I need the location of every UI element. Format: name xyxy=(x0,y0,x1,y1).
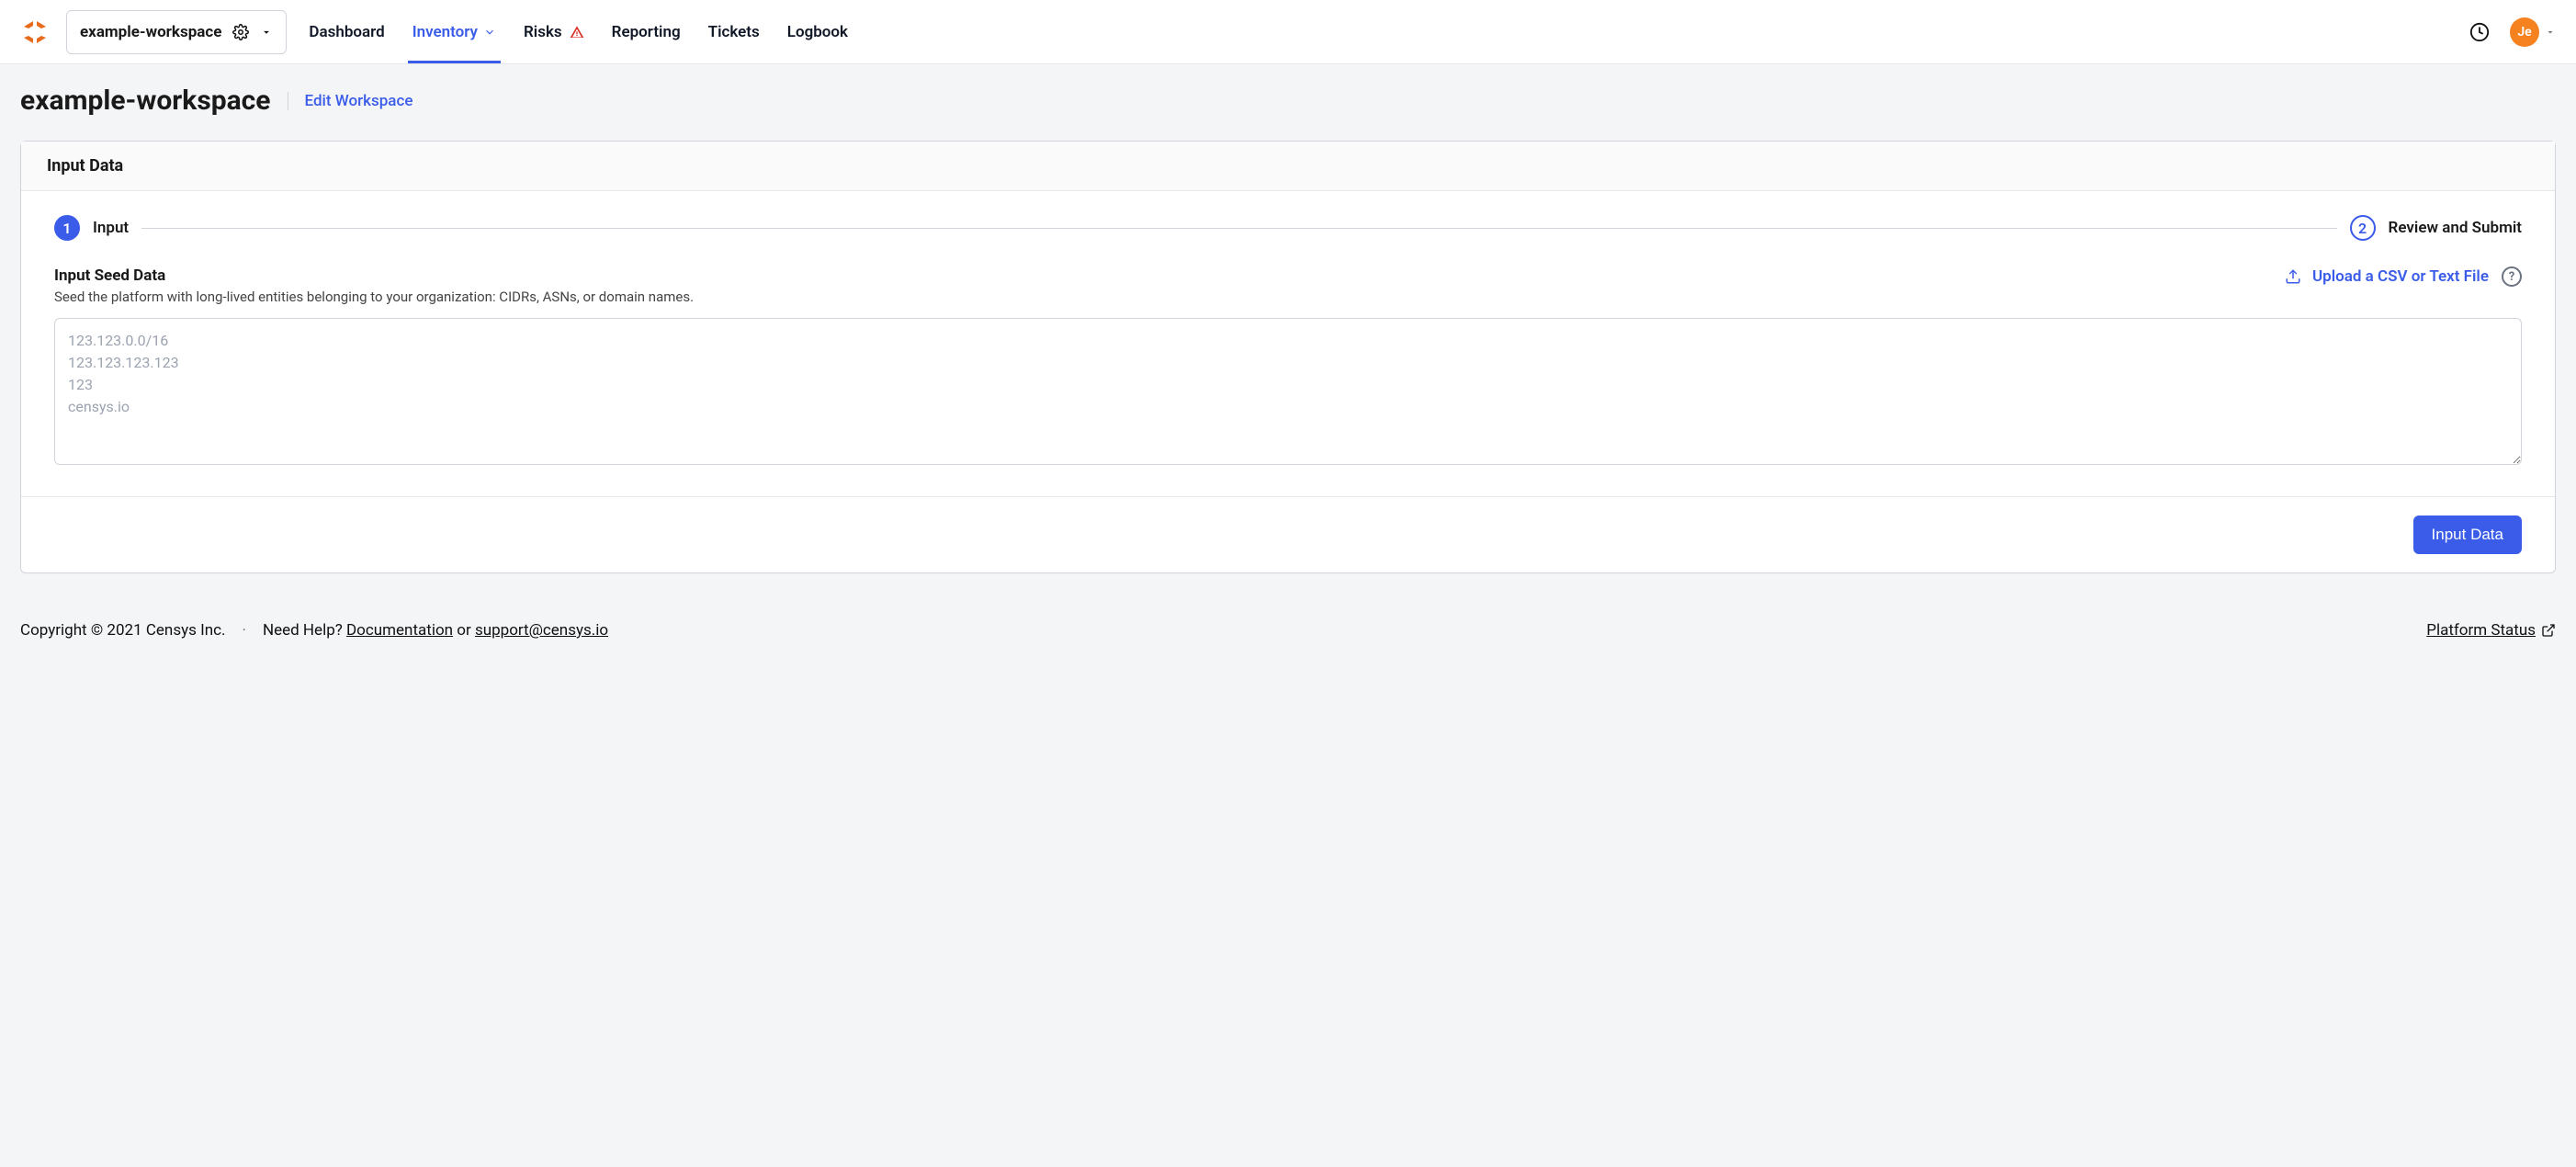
nav-tickets-label: Tickets xyxy=(708,23,760,41)
nav-reporting[interactable]: Reporting xyxy=(612,0,681,63)
need-help-text: Need Help? Documentation or support@cens… xyxy=(263,621,608,640)
edit-workspace-link[interactable]: Edit Workspace xyxy=(305,92,413,110)
need-help-label: Need Help? xyxy=(263,621,343,640)
seed-textarea[interactable] xyxy=(54,318,2522,465)
support-email-link[interactable]: support@censys.io xyxy=(475,621,608,640)
card-header: Input Data xyxy=(21,142,2555,191)
card-body: 1 Input 2 Review and Submit Input Seed D… xyxy=(21,191,2555,496)
step-indicator: 1 Input 2 Review and Submit xyxy=(54,215,2522,241)
seed-title: Input Seed Data xyxy=(54,266,694,285)
upload-icon xyxy=(2285,268,2301,285)
censys-logo-icon xyxy=(20,17,50,47)
input-data-button[interactable]: Input Data xyxy=(2413,516,2522,554)
avatar: Je xyxy=(2510,17,2539,47)
footer: Copyright © 2021 Censys Inc. · Need Help… xyxy=(0,614,2576,660)
main-nav: Dashboard Inventory Risks Reporting Tick… xyxy=(309,0,848,63)
nav-inventory-label: Inventory xyxy=(412,23,478,41)
upload-csv-label: Upload a CSV or Text File xyxy=(2312,267,2489,286)
avatar-initials: Je xyxy=(2517,25,2531,40)
step-1-badge: 1 xyxy=(54,215,80,241)
topbar: example-workspace Dashboard Inventory Ri… xyxy=(0,0,2576,64)
platform-status-link[interactable]: Platform Status xyxy=(2426,621,2556,640)
nav-dashboard[interactable]: Dashboard xyxy=(309,0,384,63)
input-data-card: Input Data 1 Input 2 Review and Submit I… xyxy=(20,141,2556,573)
warning-icon xyxy=(570,25,584,40)
gear-icon xyxy=(232,24,249,40)
nav-inventory[interactable]: Inventory xyxy=(412,0,496,63)
nav-logbook[interactable]: Logbook xyxy=(787,0,848,63)
history-button[interactable] xyxy=(2469,22,2490,42)
page-title: example-workspace xyxy=(20,85,271,117)
topbar-right: Je xyxy=(2469,17,2556,47)
card-footer: Input Data xyxy=(21,496,2555,572)
step-1-label: Input xyxy=(93,219,129,237)
chevron-down-icon xyxy=(260,26,273,39)
help-icon: ? xyxy=(2509,270,2514,284)
page-header: example-workspace Edit Workspace xyxy=(20,85,2556,117)
external-link-icon xyxy=(2541,623,2556,638)
clock-icon xyxy=(2469,22,2490,42)
copyright: Copyright © 2021 Censys Inc. xyxy=(20,621,226,640)
seed-header-row: Input Seed Data Seed the platform with l… xyxy=(54,266,2522,305)
chevron-down-icon xyxy=(2545,27,2556,38)
nav-tickets[interactable]: Tickets xyxy=(708,0,760,63)
help-button[interactable]: ? xyxy=(2502,266,2522,287)
documentation-link[interactable]: Documentation xyxy=(346,621,453,640)
seed-description: Seed the platform with long-lived entiti… xyxy=(54,289,694,305)
logo[interactable] xyxy=(20,17,50,47)
nav-risks[interactable]: Risks xyxy=(524,0,584,63)
workspace-selector[interactable]: example-workspace xyxy=(66,10,287,54)
platform-status-label: Platform Status xyxy=(2426,621,2536,640)
seed-text: Input Seed Data Seed the platform with l… xyxy=(54,266,694,305)
nav-risks-label: Risks xyxy=(524,23,562,41)
nav-logbook-label: Logbook xyxy=(787,23,848,41)
step-line xyxy=(141,228,2336,229)
nav-reporting-label: Reporting xyxy=(612,23,681,41)
step-2-badge: 2 xyxy=(2350,215,2376,241)
chevron-down-icon xyxy=(483,26,496,39)
nav-dashboard-label: Dashboard xyxy=(309,23,384,41)
step-2-label: Review and Submit xyxy=(2389,219,2522,237)
user-menu[interactable]: Je xyxy=(2510,17,2556,47)
workspace-name: example-workspace xyxy=(80,23,221,41)
page: example-workspace Edit Workspace Input D… xyxy=(0,64,2576,614)
separator-dot: · xyxy=(243,621,246,640)
or-text: or xyxy=(457,621,470,640)
upload-csv-link[interactable]: Upload a CSV or Text File xyxy=(2285,267,2489,286)
